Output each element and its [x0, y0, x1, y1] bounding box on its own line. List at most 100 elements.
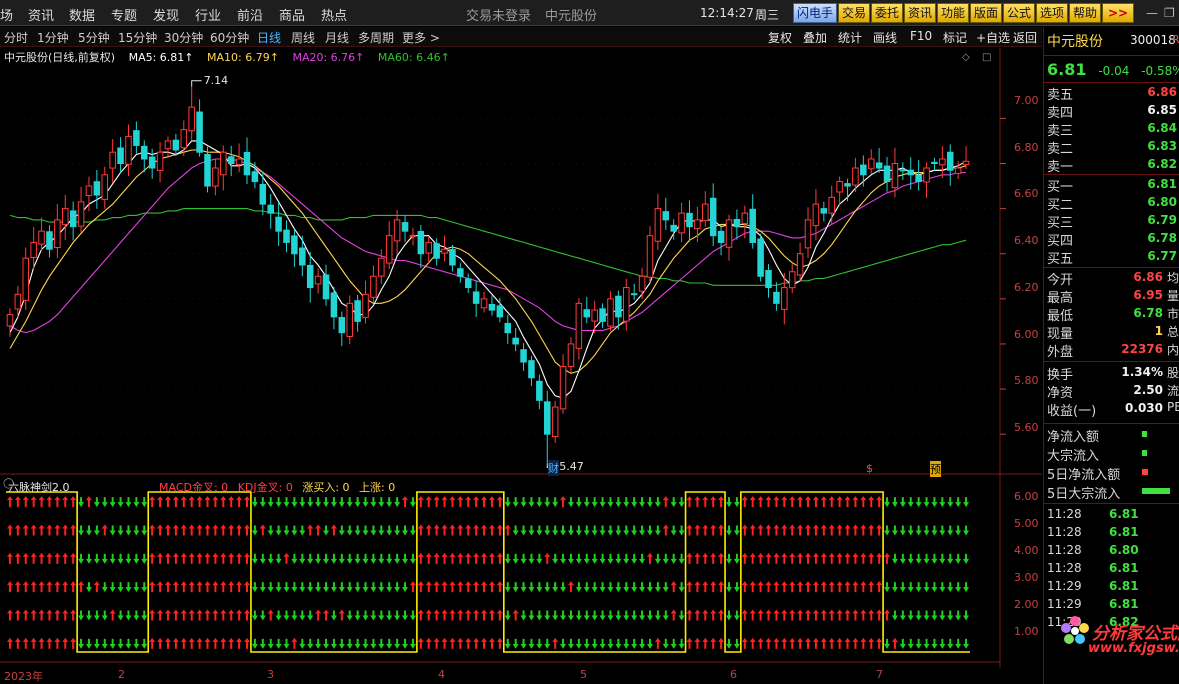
draw-line-button[interactable]: 画线 — [873, 29, 897, 46]
arrow-head — [449, 524, 456, 529]
period-tab-intraday[interactable]: 分时 — [4, 29, 28, 46]
period-tab-60min[interactable]: 60分钟 — [210, 29, 249, 46]
menu-item-commodity[interactable]: 商品 — [279, 5, 305, 24]
period-tab-monthly[interactable]: 月线 — [325, 29, 349, 46]
signal-arrow-down — [520, 525, 527, 536]
quote-stock-name[interactable]: 中元股份 — [1047, 31, 1103, 51]
period-tab-more[interactable]: 更多 > — [402, 29, 440, 46]
restore-icon[interactable]: ❐ — [1164, 6, 1175, 20]
arrow-head — [836, 524, 843, 529]
f10-button[interactable]: F10 — [910, 29, 932, 43]
arrow-head — [757, 581, 764, 586]
flow-row[interactable]: 大宗流入 — [1047, 445, 1177, 464]
arrow-head — [78, 643, 85, 649]
expand-icon[interactable]: ◇ — [962, 52, 970, 63]
adjust-button[interactable]: 复权 — [768, 29, 792, 46]
close-pane-icon[interactable]: □ — [982, 52, 991, 63]
back-button[interactable]: 返回 — [1013, 29, 1037, 46]
chart-title[interactable]: 中元股份(日线,前复权) — [4, 51, 115, 64]
chart-canvas[interactable] — [0, 48, 1042, 684]
chart-area[interactable]: 中元股份(日线,前复权) MA5: 6.81↑ MA10: 6.79↑ MA20… — [0, 48, 1042, 684]
finance-marker[interactable]: 财 — [548, 460, 559, 476]
formula-button[interactable]: 公式 — [1003, 3, 1035, 23]
ask-row[interactable]: 卖四 6.85 — [1047, 102, 1177, 121]
menu-item-industry[interactable]: 行业 — [195, 5, 221, 24]
stat-row: 最高 6.95 量 — [1047, 287, 1179, 306]
flash-trade-button[interactable]: 闪电手 — [793, 3, 837, 23]
arrow-head — [860, 581, 867, 586]
bid-row[interactable]: 买一 6.81 — [1047, 176, 1177, 195]
bid-row[interactable]: 买三 6.79 — [1047, 212, 1177, 231]
bid-row[interactable]: 买四 6.78 — [1047, 230, 1177, 249]
ma10-line — [9, 149, 967, 374]
signal-arrow-down — [915, 638, 922, 649]
period-tab-30min[interactable]: 30分钟 — [164, 29, 203, 46]
signal-arrow-down — [891, 525, 898, 536]
news-button[interactable]: 资讯 — [904, 3, 936, 23]
indicator-title[interactable]: 六脉神剑2.0 — [8, 481, 70, 494]
trade-button[interactable]: 交易 — [838, 3, 870, 23]
overlay-button[interactable]: 叠加 — [803, 29, 827, 46]
add-watchlist-button[interactable]: +自选 — [976, 29, 1010, 46]
signal-arrow-down — [323, 525, 330, 536]
ask-row[interactable]: 卖一 6.82 — [1047, 156, 1177, 175]
arrow-head — [631, 643, 638, 649]
arrow-head — [528, 558, 535, 564]
flow-row[interactable]: 5日大宗流入 — [1047, 483, 1177, 502]
menu-item-topics[interactable]: 专题 — [111, 5, 137, 24]
ask-row[interactable]: 卖三 6.84 — [1047, 120, 1177, 139]
candle-body — [702, 203, 709, 222]
period-tab-1min[interactable]: 1分钟 — [37, 29, 69, 46]
menu-item-frontier[interactable]: 前沿 — [237, 5, 263, 24]
signal-arrow-up — [267, 609, 274, 621]
menu-item-market[interactable]: 场 — [0, 5, 13, 24]
minimize-icon[interactable]: — — [1146, 6, 1158, 20]
order-button[interactable]: 委托 — [871, 3, 903, 23]
candle-body — [69, 210, 77, 228]
arrow-head — [623, 530, 630, 536]
arrow-head — [852, 552, 859, 557]
signal-arrow-down — [291, 610, 298, 621]
signal-arrow-down — [520, 553, 527, 564]
options-button[interactable]: 选项 — [1036, 3, 1068, 23]
forecast-marker[interactable]: 预 — [930, 461, 941, 477]
arrow-head — [923, 558, 930, 564]
period-tab-multi[interactable]: 多周期 — [358, 29, 394, 46]
bid-row[interactable]: 买五 6.77 — [1047, 248, 1177, 267]
candle-body — [946, 151, 954, 171]
signal-arrow-down — [662, 553, 669, 564]
indicator-toggle-icon[interactable]: ◯ — [3, 478, 14, 489]
signal-arrow-down — [251, 638, 258, 649]
mark-button[interactable]: 标记 — [943, 29, 967, 46]
stats-button[interactable]: 统计 — [838, 29, 862, 46]
ask-row[interactable]: 卖五 6.86 — [1047, 84, 1177, 103]
menu-item-discover[interactable]: 发现 — [153, 5, 179, 24]
menu-item-hot[interactable]: 热点 — [321, 5, 347, 24]
layout-button[interactable]: 版面 — [970, 3, 1002, 23]
signal-arrow-up — [765, 496, 772, 508]
function-button[interactable]: 功能 — [937, 3, 969, 23]
ask-row[interactable]: 卖二 6.83 — [1047, 138, 1177, 157]
menu-item-data[interactable]: 数据 — [69, 5, 95, 24]
trade-status[interactable]: 交易未登录 — [466, 5, 531, 24]
signal-arrow-up — [797, 581, 804, 593]
arrow-head — [378, 558, 385, 564]
period-tab-weekly[interactable]: 周线 — [291, 29, 315, 46]
period-tab-15min[interactable]: 15分钟 — [118, 29, 157, 46]
bid-row[interactable]: 买二 6.80 — [1047, 194, 1177, 213]
candle — [559, 354, 567, 414]
flow-row[interactable]: 5日净流入额 — [1047, 464, 1177, 483]
more-button[interactable]: >> — [1102, 3, 1134, 23]
arrow-head — [457, 496, 464, 501]
period-tab-daily[interactable]: 日线 — [257, 29, 281, 46]
dividend-marker[interactable]: $ — [866, 462, 873, 475]
signal-arrow-up — [164, 637, 171, 649]
arrow-head — [228, 524, 235, 529]
help-button[interactable]: 帮助 — [1069, 3, 1101, 23]
period-tab-5min[interactable]: 5分钟 — [78, 29, 110, 46]
menu-item-news[interactable]: 资讯 — [28, 5, 54, 24]
flow-row[interactable]: 净流入额 — [1047, 426, 1177, 445]
signal-arrow-up — [441, 552, 448, 564]
arrow-head — [654, 615, 661, 621]
arrow-head — [891, 587, 898, 593]
